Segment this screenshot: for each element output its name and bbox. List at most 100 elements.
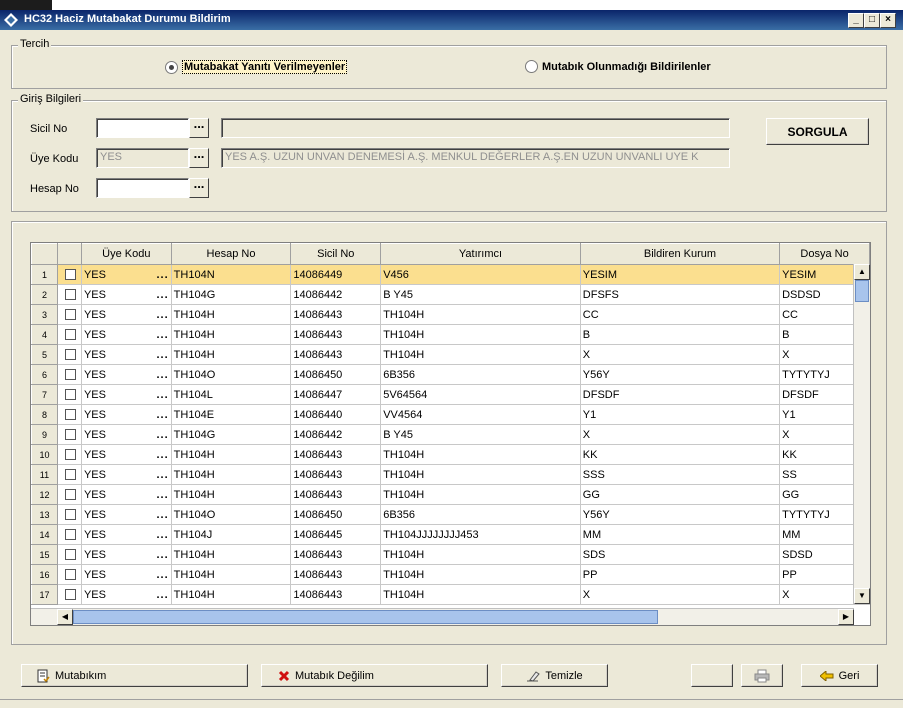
cell-yatirimci[interactable]: TH104H — [380, 444, 581, 465]
mutabikim-button[interactable]: Mutabıkım — [21, 664, 248, 687]
cell-uye[interactable]: YES... — [81, 544, 172, 565]
header-yatirimci[interactable]: Yatırımcı — [380, 243, 581, 265]
cell-yatirimci[interactable]: TH104H — [380, 564, 581, 585]
cell-lookup-button[interactable]: ... — [157, 309, 169, 321]
row-select-cell[interactable] — [57, 284, 82, 305]
cell-sicil[interactable]: 14086447 — [290, 384, 382, 405]
cell-kurum[interactable]: SDS — [580, 544, 781, 565]
cell-yatirimci[interactable]: 6B356 — [380, 504, 581, 525]
header-hesap-no[interactable]: Hesap No — [170, 243, 292, 265]
cell-kurum[interactable]: X — [580, 424, 781, 445]
cell-uye[interactable]: YES... — [81, 404, 172, 425]
cell-hesap[interactable]: TH104N — [171, 264, 292, 285]
header-bildiren-kurum[interactable]: Bildiren Kurum — [579, 243, 781, 265]
row-checkbox[interactable] — [64, 469, 76, 481]
row-checkbox[interactable] — [64, 489, 76, 501]
cell-uye[interactable]: YES... — [81, 344, 172, 365]
cell-sicil[interactable]: 14086450 — [290, 364, 382, 385]
cell-lookup-button[interactable]: ... — [157, 409, 169, 421]
cell-sicil[interactable]: 14086443 — [290, 544, 382, 565]
row-checkbox[interactable] — [64, 309, 76, 321]
row-select-cell[interactable] — [57, 584, 82, 605]
cell-kurum[interactable]: X — [580, 584, 781, 605]
horizontal-scroll-thumb[interactable] — [73, 610, 658, 624]
row-checkbox[interactable] — [64, 389, 76, 401]
cell-yatirimci[interactable]: TH104JJJJJJJJ453 — [380, 524, 581, 545]
cell-lookup-button[interactable]: ... — [157, 549, 169, 561]
cell-uye[interactable]: YES... — [81, 584, 172, 605]
cell-kurum[interactable]: PP — [580, 564, 781, 585]
cell-kurum[interactable]: B — [580, 324, 781, 345]
cell-kurum[interactable]: YESIM — [580, 264, 781, 285]
cell-kurum[interactable]: DFSDF — [580, 384, 781, 405]
header-select[interactable] — [56, 243, 82, 265]
cell-kurum[interactable]: X — [580, 344, 781, 365]
table-row[interactable]: 6 YES... TH104O 14086450 6B356 Y56Y TYTYTYJ — [31, 364, 870, 385]
cell-sicil[interactable]: 14086443 — [290, 324, 382, 345]
scroll-up-icon[interactable]: ▲ — [854, 264, 870, 280]
cell-kurum[interactable]: Y1 — [580, 404, 781, 425]
cell-sicil[interactable]: 14086443 — [290, 564, 382, 585]
row-checkbox[interactable] — [64, 529, 76, 541]
row-select-cell[interactable] — [57, 524, 82, 545]
cell-yatirimci[interactable]: 5V64564 — [380, 384, 581, 405]
cell-uye[interactable]: YES... — [81, 444, 172, 465]
cell-hesap[interactable]: TH104H — [171, 344, 292, 365]
cell-kurum[interactable]: Y56Y — [580, 504, 781, 525]
cell-hesap[interactable]: TH104H — [171, 484, 292, 505]
scroll-down-icon[interactable]: ▼ — [854, 588, 870, 604]
cell-uye[interactable]: YES... — [81, 304, 172, 325]
row-select-cell[interactable] — [57, 544, 82, 565]
cell-hesap[interactable]: TH104H — [171, 464, 292, 485]
cell-yatirimci[interactable]: 6B356 — [380, 364, 581, 385]
radio-mutabik-olunmadigi[interactable]: Mutabık Olunmadığı Bildirilenler — [525, 60, 711, 73]
cell-kurum[interactable]: SSS — [580, 464, 781, 485]
cell-lookup-button[interactable]: ... — [157, 449, 169, 461]
table-row[interactable]: 9 YES... TH104G 14086442 B Y45 X X — [31, 424, 870, 445]
hesap-lookup-button[interactable]: ... — [189, 177, 209, 198]
row-select-cell[interactable] — [57, 424, 82, 445]
cell-uye[interactable]: YES... — [81, 264, 172, 285]
cell-lookup-button[interactable]: ... — [157, 369, 169, 381]
table-row[interactable]: 2 YES... TH104G 14086442 B Y45 DFSFS DSDSD — [31, 284, 870, 305]
cell-hesap[interactable]: TH104H — [171, 584, 292, 605]
radio-mutabakat-yaniti[interactable]: Mutabakat Yanıtı Verilmeyenler — [165, 60, 348, 74]
row-select-cell[interactable] — [57, 384, 82, 405]
cell-hesap[interactable]: TH104H — [171, 444, 292, 465]
uye-lookup-button[interactable]: ... — [189, 147, 209, 168]
cell-yatirimci[interactable]: TH104H — [380, 544, 581, 565]
row-select-cell[interactable] — [57, 264, 82, 285]
cell-lookup-button[interactable]: ... — [157, 509, 169, 521]
cell-uye[interactable]: YES... — [81, 364, 172, 385]
cell-yatirimci[interactable]: TH104H — [380, 344, 581, 365]
cell-hesap[interactable]: TH104H — [171, 544, 292, 565]
row-checkbox[interactable] — [64, 589, 76, 601]
table-row[interactable]: 13 YES... TH104O 14086450 6B356 Y56Y TYTYTYJ — [31, 504, 870, 525]
row-checkbox[interactable] — [64, 449, 76, 461]
cell-kurum[interactable]: CC — [580, 304, 781, 325]
table-row[interactable]: 12 YES... TH104H 14086443 TH104H GG GG — [31, 484, 870, 505]
row-checkbox[interactable] — [64, 269, 76, 281]
cell-uye[interactable]: YES... — [81, 484, 172, 505]
table-row[interactable]: 7 YES... TH104L 14086447 5V64564 DFSDF DFSDF — [31, 384, 870, 405]
cell-hesap[interactable]: TH104L — [171, 384, 292, 405]
row-checkbox[interactable] — [64, 369, 76, 381]
row-select-cell[interactable] — [57, 304, 82, 325]
cell-kurum[interactable]: GG — [580, 484, 781, 505]
cell-lookup-button[interactable]: ... — [157, 469, 169, 481]
row-checkbox[interactable] — [64, 289, 76, 301]
vertical-scrollbar[interactable]: ▲ ▼ — [853, 264, 870, 604]
cell-lookup-button[interactable]: ... — [157, 289, 169, 301]
blank-button[interactable] — [691, 664, 733, 687]
table-row[interactable]: 17 YES... TH104H 14086443 TH104H X X — [31, 584, 870, 605]
cell-kurum[interactable]: DFSFS — [580, 284, 781, 305]
scroll-left-icon[interactable]: ◀ — [57, 609, 73, 625]
sicil-no-input[interactable] — [96, 118, 189, 138]
row-select-cell[interactable] — [57, 564, 82, 585]
row-checkbox[interactable] — [64, 409, 76, 421]
table-row[interactable]: 11 YES... TH104H 14086443 TH104H SSS SS — [31, 464, 870, 485]
close-button[interactable]: × — [880, 13, 896, 28]
cell-hesap[interactable]: TH104J — [171, 524, 292, 545]
cell-sicil[interactable]: 14086442 — [290, 284, 382, 305]
cell-sicil[interactable]: 14086443 — [290, 304, 382, 325]
